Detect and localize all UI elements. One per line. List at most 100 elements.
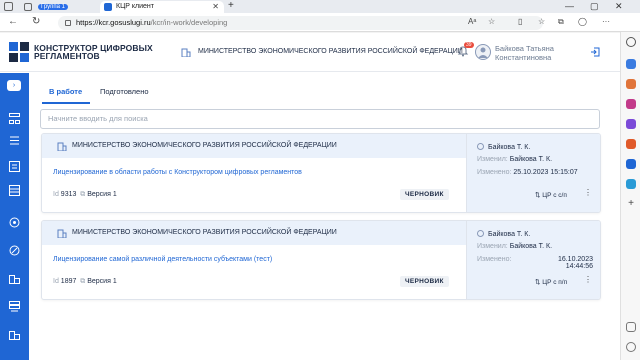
profile-icon[interactable]: ◯ xyxy=(578,17,587,27)
id-label: Id xyxy=(53,278,59,285)
changed-row: Изменено: 16.10.2023 14:44:56 xyxy=(477,256,599,270)
read-aloud-icon[interactable]: Aᵃ xyxy=(468,17,476,27)
close-window-icon[interactable]: ✕ xyxy=(615,0,623,12)
games-icon[interactable] xyxy=(626,119,636,129)
close-tab-icon[interactable]: ✕ xyxy=(212,1,219,12)
changed-by-value: Байкова Т. К. xyxy=(509,156,553,163)
lock-icon xyxy=(65,20,71,26)
avatar[interactable] xyxy=(475,44,491,60)
nav-list-icon[interactable] xyxy=(9,135,20,146)
app-header: КОНСТРУКТОР ЦИФРОВЫХ РЕГЛАМЕНТОВ МИНИСТЕ… xyxy=(0,33,620,72)
changed-by-label: Изменил: xyxy=(477,243,508,250)
card-id: 9313 xyxy=(60,191,77,198)
minimize-icon[interactable]: — xyxy=(565,0,574,12)
settings-icon[interactable] xyxy=(626,342,636,352)
nav-target-icon[interactable] xyxy=(9,217,20,228)
ministry-selector[interactable]: МИНИСТЕРСТВО ЭКОНОМИЧЕСКОГО РАЗВИТИЯ РОС… xyxy=(181,48,463,57)
card-title-link[interactable]: Лицензирование самой различной деятельно… xyxy=(53,256,272,263)
logo-icon xyxy=(9,42,29,62)
sidebar-layout-icon[interactable] xyxy=(626,322,636,332)
split-screen-icon[interactable]: ▯ xyxy=(518,17,522,27)
back-icon[interactable]: ← xyxy=(8,16,18,28)
tab-kcr-client[interactable]: КЦР клиент ✕ xyxy=(100,1,224,13)
user-name-line-2: Константиновна xyxy=(495,53,552,62)
regulation-card[interactable]: МИНИСТЕРСТВО ЭКОНОМИЧЕСКОГО РАЗВИТИЯ РОС… xyxy=(41,220,601,300)
changed-label: Изменено: xyxy=(477,256,512,263)
refresh-icon[interactable]: ↻ xyxy=(32,16,40,28)
url-path: /kcr/in-work/developing xyxy=(150,18,228,27)
changed-time: 14:44:56 xyxy=(565,263,593,270)
maximize-icon[interactable]: ▢ xyxy=(590,0,599,12)
checkpoint-text: ЦР с с/п xyxy=(542,192,567,199)
send-icon[interactable] xyxy=(626,179,636,189)
nav-document-icon[interactable] xyxy=(9,161,20,172)
ministry-name: МИНИСТЕРСТВО ЭКОНОМИЧЕСКОГО РАЗВИТИЯ РОС… xyxy=(198,48,463,55)
address-bar-row: ← ↻ https://kcr.gosuslugi.ru/kcr/in-work… xyxy=(0,13,640,32)
nav-buildings-icon[interactable] xyxy=(9,273,20,284)
card-org: МИНИСТЕРСТВО ЭКОНОМИЧЕСКОГО РАЗВИТИЯ РОС… xyxy=(57,142,337,151)
card-menu-icon[interactable]: ⋮ xyxy=(584,276,592,284)
checkpoint-label: ⇅ ЦР с п/п xyxy=(535,278,567,286)
add-icon[interactable]: + xyxy=(626,199,636,209)
card-author: Байкова Т. К. xyxy=(477,143,530,151)
person-icon xyxy=(477,143,484,150)
collections-icon[interactable]: ⧉ xyxy=(558,17,564,27)
browser-tab-bar: Группа 1 КЦР клиент ✕ + — ▢ ✕ xyxy=(0,0,640,13)
expand-nav-icon[interactable]: › xyxy=(7,80,21,91)
nav-tag-icon[interactable] xyxy=(9,245,20,256)
changed-value: 25.10.2023 15:15:07 xyxy=(513,169,578,176)
edge-sidebar: + xyxy=(620,32,640,360)
favorites-bar-icon[interactable]: ☆ xyxy=(538,17,545,27)
favicon-icon xyxy=(104,3,112,11)
tab-title: КЦР клиент xyxy=(116,3,154,10)
nav-hierarchy-icon[interactable] xyxy=(9,113,20,124)
changed-by-row: Изменил: Байкова Т. К. xyxy=(477,156,552,163)
url-host: https://kcr.gosuslugi.ru xyxy=(76,18,151,27)
tools-icon[interactable] xyxy=(626,99,636,109)
card-header: МИНИСТЕРСТВО ЭКОНОМИЧЕСКОГО РАЗВИТИЯ РОС… xyxy=(42,134,466,158)
changed-by-value: Байкова Т. К. xyxy=(509,243,553,250)
card-author-name: Байкова Т. К. xyxy=(488,231,531,238)
tag-icon[interactable] xyxy=(626,59,636,69)
changed-by-row: Изменил: Байкова Т. К. xyxy=(477,243,552,250)
card-side-info: Байкова Т. К. Изменил: Байкова Т. К. Изм… xyxy=(466,134,600,212)
brand-line-2: РЕГЛАМЕНТОВ xyxy=(34,51,100,61)
nav-table-icon[interactable] xyxy=(9,185,20,196)
tab-in-work[interactable]: В работе xyxy=(49,87,82,96)
user-avatar-icon xyxy=(478,47,488,58)
status-badge: ЧЕРНОВИК xyxy=(400,189,449,200)
search-icon[interactable] xyxy=(626,37,636,47)
tab-actions-icon[interactable] xyxy=(4,2,13,11)
changed-label: Изменено: xyxy=(477,169,512,176)
version-icon: ⧉ xyxy=(80,278,86,285)
favorite-icon[interactable]: ☆ xyxy=(488,17,495,27)
tab-prepared[interactable]: Подготовлено xyxy=(100,87,149,96)
user-name[interactable]: Байкова Татьяна Константиновна xyxy=(495,44,554,62)
new-tab-icon[interactable]: + xyxy=(228,0,234,12)
notification-badge: 39 xyxy=(464,42,474,48)
card-title-link[interactable]: Лицензирование в области работы с Констр… xyxy=(53,169,302,176)
logout-icon[interactable] xyxy=(590,47,600,57)
nav-org-icon[interactable] xyxy=(9,329,20,340)
search-input[interactable]: Начните вводить для поиска xyxy=(40,109,600,129)
tab-group[interactable]: Группа 1 xyxy=(20,1,100,13)
outlook-icon[interactable] xyxy=(626,159,636,169)
tab-group-icon xyxy=(24,3,32,11)
card-org: МИНИСТЕРСТВО ЭКОНОМИЧЕСКОГО РАЗВИТИЯ РОС… xyxy=(57,229,337,238)
building-icon xyxy=(57,142,67,151)
checkpoint-text: ЦР с п/п xyxy=(542,279,568,286)
card-menu-icon[interactable]: ⋮ xyxy=(584,189,592,197)
card-org-name: МИНИСТЕРСТВО ЭКОНОМИЧЕСКОГО РАЗВИТИЯ РОС… xyxy=(72,229,337,236)
more-icon[interactable]: ··· xyxy=(602,17,610,27)
nav-stack-icon[interactable] xyxy=(9,301,20,312)
regulation-card[interactable]: МИНИСТЕРСТВО ЭКОНОМИЧЕСКОГО РАЗВИТИЯ РОС… xyxy=(41,133,601,213)
brand-title: КОНСТРУКТОР ЦИФРОВЫХ РЕГЛАМЕНТОВ xyxy=(34,44,153,61)
changed-value: 16.10.2023 14:44:56 xyxy=(558,256,593,270)
status-badge: ЧЕРНОВИК xyxy=(400,276,449,287)
checkpoint-icon: ⇅ xyxy=(535,279,541,286)
card-version: Версия 1 xyxy=(87,278,117,285)
bag-icon[interactable] xyxy=(626,79,636,89)
user-name-line-1: Байкова Татьяна xyxy=(495,44,554,53)
office-icon[interactable] xyxy=(626,139,636,149)
checkpoint-icon: ⇅ xyxy=(535,192,541,199)
